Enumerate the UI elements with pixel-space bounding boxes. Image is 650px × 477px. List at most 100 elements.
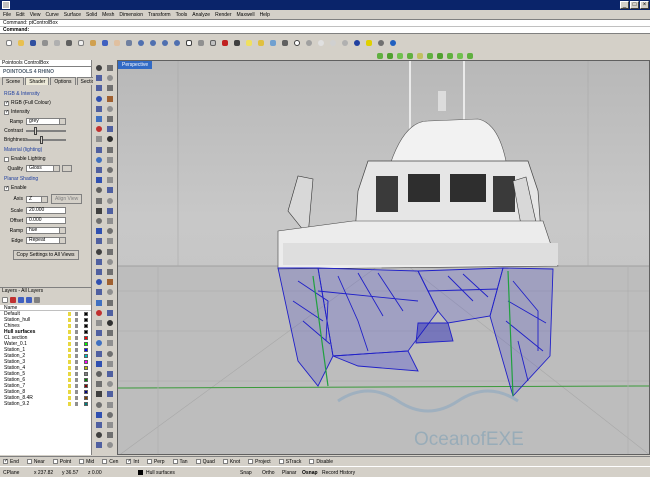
layer-color-swatch[interactable] [84,318,88,322]
layer-color-swatch[interactable] [84,390,88,394]
modeling-tool-icon[interactable] [106,268,114,276]
modeling-tool-icon[interactable] [106,227,114,236]
modeling-tool-icon[interactable] [106,247,114,256]
osnap-int[interactable]: ✓ Int [126,459,139,465]
osnap-checkbox[interactable] [278,459,284,464]
pan-hand-icon[interactable] [112,38,122,48]
modeling-tool-icon[interactable] [106,145,114,154]
lock-icon[interactable] [75,402,78,406]
menu-view[interactable]: View [30,12,41,18]
modeling-tool-icon[interactable] [106,278,114,287]
light-bulb-icon[interactable] [68,378,71,382]
modeling-tool-icon[interactable] [95,339,103,348]
light-bulb-icon[interactable] [68,384,71,388]
move-up-icon[interactable] [18,297,24,303]
lock-icon[interactable] [75,330,78,334]
light-bulb-icon[interactable] [68,312,71,316]
modeling-tool-icon[interactable] [95,380,103,389]
pointcloud-load-icon[interactable] [375,51,384,60]
light-bulb-icon[interactable] [68,366,71,370]
import-icon[interactable] [52,38,62,48]
modeling-tool-icon[interactable] [95,288,103,297]
status-ortho[interactable]: Ortho [262,470,275,476]
lock-icon[interactable] [75,396,78,400]
minimize-button[interactable]: _ [620,1,629,9]
osnap-checkbox[interactable] [248,459,254,464]
modeling-tool-icon[interactable] [106,196,114,205]
modeling-tool-icon[interactable] [106,380,114,389]
lock-icon[interactable] [75,348,78,352]
contrast-slider-thumb[interactable] [34,127,37,135]
lock-icon[interactable] [75,342,78,346]
light-bulb-icon[interactable] [68,336,71,340]
copy-icon[interactable] [76,38,86,48]
modeling-tool-icon[interactable] [95,217,103,225]
modeling-tool-icon[interactable] [95,84,103,93]
menu-dimension[interactable]: Dimension [119,12,143,18]
layer-color-swatch[interactable] [84,396,88,400]
modeling-tool-icon[interactable] [95,64,103,72]
osnap-knot[interactable]: Knot [222,459,240,465]
select-icon[interactable] [232,38,242,48]
layer-color-swatch[interactable] [84,312,88,316]
modeling-tool-icon[interactable] [95,104,103,113]
lock-icon[interactable] [75,390,78,394]
modeling-tool-icon[interactable] [95,247,103,256]
layer-color-swatch[interactable] [84,330,88,334]
osnap-checkbox[interactable]: ✓ [3,459,8,464]
modeling-tool-icon[interactable] [106,257,114,266]
modeling-tool-icon[interactable] [95,74,103,83]
modeling-tool-icon[interactable] [95,298,103,307]
edge-select[interactable]: Repeat [26,237,66,244]
menu-transform[interactable]: Transform [148,12,171,18]
modeling-tool-icon[interactable] [106,74,114,83]
light-bulb-icon[interactable] [68,372,71,376]
modeling-tool-icon[interactable] [95,166,103,174]
light-bulb-icon[interactable] [68,348,71,352]
layer-color-swatch[interactable] [84,324,88,328]
modeling-tool-icon[interactable] [95,206,103,215]
menu-maxwell[interactable]: Maxwell [237,12,255,18]
osnap-point[interactable]: Point [52,459,71,465]
align-view-button[interactable]: Align View [51,194,83,204]
light-bulb-icon[interactable] [68,360,71,364]
modeling-tool-icon[interactable] [106,217,114,225]
intensity-checkbox[interactable]: ✓ [4,109,9,115]
osnap-near[interactable]: Near [26,459,45,465]
tab-shader[interactable]: Shader [25,77,50,85]
pointcloud-options-icon[interactable] [465,51,474,60]
modeling-tool-icon[interactable] [95,94,103,103]
modeling-tool-icon[interactable] [106,359,114,368]
open-folder-icon[interactable] [16,38,26,48]
menu-edit[interactable]: Edit [16,12,25,18]
light-bulb-icon[interactable] [68,354,71,358]
menu-render[interactable]: Render [215,12,231,18]
modeling-tool-icon[interactable] [95,329,103,338]
modeling-tool-icon[interactable] [106,206,114,215]
modeling-tool-icon[interactable] [95,410,103,419]
osnap-mid[interactable]: Mid [79,459,94,465]
light-bulb-icon[interactable] [68,396,71,400]
osnap-checkbox[interactable] [172,459,178,464]
lock-icon[interactable] [75,378,78,382]
rotate-view-icon[interactable] [124,38,134,48]
perspective-viewport[interactable]: Perspective OceanofEXE [117,60,650,455]
wireframe-icon[interactable] [292,38,302,48]
zoom-window-icon[interactable] [148,38,158,48]
modeling-tool-icon[interactable] [95,441,103,450]
osnap-checkbox[interactable] [26,459,32,464]
lock-icon[interactable] [75,324,78,328]
brightness-slider[interactable] [26,136,66,144]
modeling-tool-icon[interactable] [95,359,103,368]
rgb-checkbox[interactable]: ✓ [4,100,9,106]
light-bulb-icon[interactable] [68,330,71,334]
osnap-disable[interactable]: Disable [309,459,333,465]
modeling-tool-icon[interactable] [95,257,103,266]
osnap-checkbox[interactable] [309,459,315,464]
modeling-tool-icon[interactable] [106,370,114,378]
modeling-tool-icon[interactable] [95,115,103,123]
modeling-tool-icon[interactable] [106,237,114,246]
enable-planar-checkbox[interactable]: ✓ [4,185,9,191]
modeling-tool-icon[interactable] [95,431,103,440]
cut-icon[interactable] [64,38,74,48]
